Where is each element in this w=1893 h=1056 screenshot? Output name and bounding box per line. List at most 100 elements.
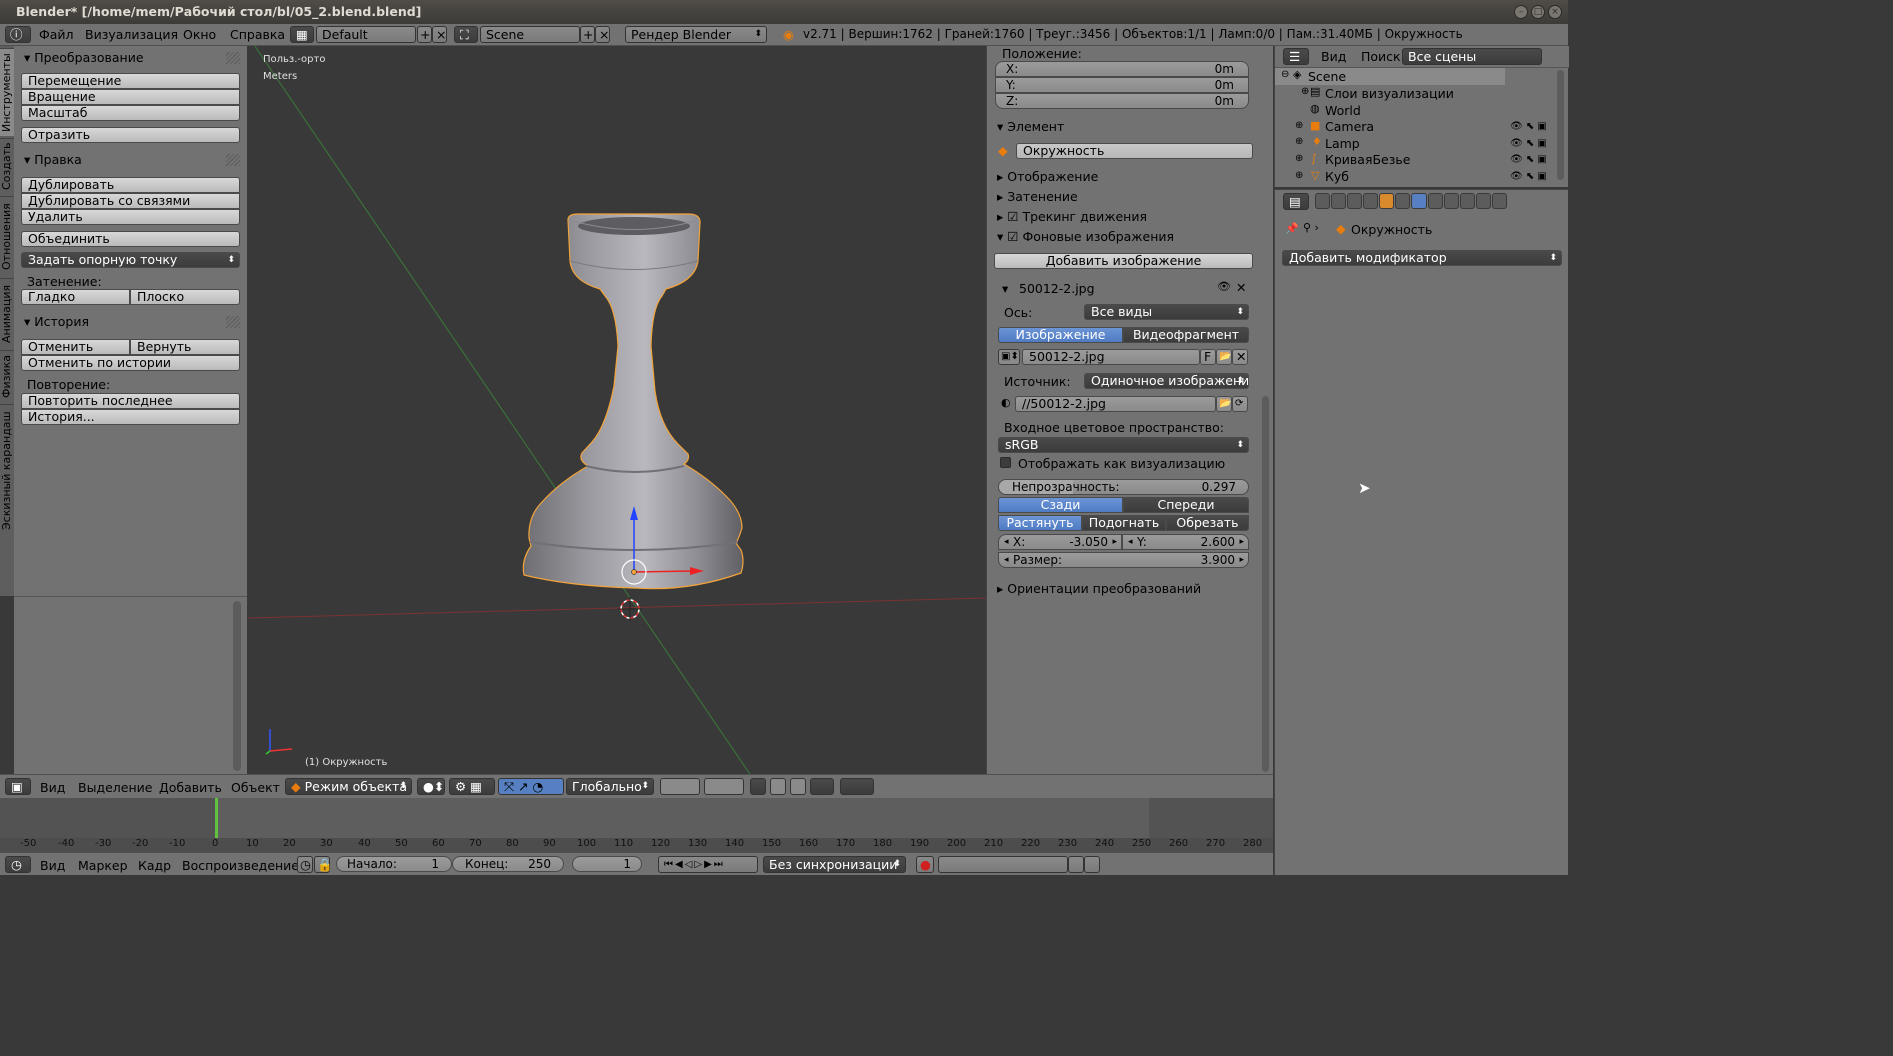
history-panel-header[interactable]: ▾ История bbox=[24, 314, 89, 329]
visibility-eye-icon[interactable]: 👁 ⬉ ▣ bbox=[1510, 121, 1547, 132]
bg-images-panel-header[interactable]: ▾ ☑ Фоновые изображения bbox=[997, 229, 1174, 244]
timeline-editor-type-icon[interactable]: ◷ bbox=[5, 856, 31, 873]
modifiers-tab-icon[interactable] bbox=[1411, 193, 1427, 209]
outliner-item-cube[interactable]: Куб bbox=[1325, 169, 1349, 184]
viewport-shading-dropdown[interactable]: ●⬍ bbox=[417, 778, 445, 795]
drag-handle[interactable] bbox=[226, 154, 240, 166]
outliner-item-render-layers[interactable]: Слои визуализации bbox=[1325, 86, 1454, 101]
timeline-menu-marker[interactable]: Маркер bbox=[78, 858, 128, 873]
delete-keyframe-icon[interactable] bbox=[1084, 856, 1100, 873]
operator-scrollbar[interactable] bbox=[233, 601, 241, 771]
menu-object[interactable]: Объект bbox=[231, 780, 280, 795]
current-frame-indicator[interactable] bbox=[215, 798, 218, 838]
scene-icon[interactable]: ⛶ bbox=[454, 26, 478, 43]
layers-group-1[interactable] bbox=[660, 778, 700, 795]
undo-history-button[interactable]: Отменить по истории bbox=[21, 355, 240, 371]
tab-create[interactable]: Создать bbox=[0, 138, 14, 194]
smooth-button[interactable]: Гладко bbox=[21, 289, 130, 305]
crop-button[interactable]: Обрезать bbox=[1166, 515, 1249, 531]
display-panel-header[interactable]: ▸ Отображение bbox=[997, 169, 1098, 184]
remove-layout-icon[interactable]: × bbox=[432, 26, 447, 43]
eye-icon[interactable]: 👁 bbox=[1217, 280, 1231, 293]
flat-button[interactable]: Плоско bbox=[130, 289, 240, 305]
render-preview-icons[interactable] bbox=[840, 778, 874, 795]
duplicate-linked-button[interactable]: Дублировать со связями bbox=[21, 193, 240, 209]
snap-element-dropdown[interactable] bbox=[810, 778, 834, 795]
timeline[interactable]: -50 -40 -30 -20 -10 0 10 20 30 40 50 60 … bbox=[0, 798, 1273, 852]
duplicate-button[interactable]: Дублировать bbox=[21, 177, 240, 193]
outliner-item-scene[interactable]: Scene bbox=[1308, 69, 1346, 84]
proportional-edit-icon[interactable] bbox=[770, 778, 786, 795]
visibility-eye-icon[interactable]: 👁 ⬉ ▣ bbox=[1510, 138, 1547, 149]
info-editor-type-icon[interactable]: ⓘ bbox=[5, 26, 31, 43]
expand-icon[interactable]: ⊕ bbox=[1301, 86, 1309, 97]
pivot-point-icon[interactable]: ⚙ ▦ bbox=[449, 778, 495, 795]
source-dropdown[interactable]: Одиночное изображение ⬍ bbox=[1084, 373, 1249, 389]
set-origin-dropdown[interactable]: Задать опорную точку ⬍ bbox=[21, 252, 240, 268]
mode-dropdown[interactable]: ◆ Режим объекта ⬍ bbox=[285, 778, 412, 795]
reload-image-icon[interactable]: ⟳ bbox=[1232, 396, 1248, 412]
insert-keyframe-icon[interactable] bbox=[1068, 856, 1084, 873]
join-button[interactable]: Объединить bbox=[21, 231, 240, 247]
outliner-item-lamp[interactable]: Lamp bbox=[1325, 136, 1360, 151]
render-tab-icon[interactable] bbox=[1315, 193, 1331, 209]
front-button[interactable]: Спереди bbox=[1123, 497, 1249, 513]
outliner-item-bezier-curve[interactable]: КриваяБезье bbox=[1325, 152, 1410, 167]
size-field[interactable]: ◂ Размер: 3.900 ▸ bbox=[998, 552, 1249, 568]
properties-editor-type-icon[interactable]: ▤ bbox=[1283, 193, 1309, 210]
material-tab-icon[interactable] bbox=[1443, 193, 1459, 209]
delete-button[interactable]: Удалить bbox=[21, 209, 240, 225]
transform-panel-header[interactable]: ▾ Преобразование bbox=[24, 50, 144, 65]
expand-icon[interactable]: ⊖ bbox=[1281, 69, 1289, 80]
remove-scene-icon[interactable]: × bbox=[595, 26, 610, 43]
layout-icon[interactable]: ▦ bbox=[290, 26, 314, 43]
drag-handle[interactable] bbox=[226, 316, 240, 328]
visibility-eye-icon[interactable]: 👁 ⬉ ▣ bbox=[1510, 171, 1547, 182]
image-datablock-field[interactable]: 50012-2.jpg bbox=[1022, 349, 1200, 365]
tab-image[interactable]: Изображение bbox=[998, 327, 1123, 343]
object-tab-icon[interactable] bbox=[1379, 193, 1395, 209]
end-frame-field[interactable]: Конец: 250 bbox=[452, 856, 564, 872]
render-layers-tab-icon[interactable] bbox=[1331, 193, 1347, 209]
offset-y-field[interactable]: ◂ Y: 2.600 ▸ bbox=[1122, 534, 1249, 550]
data-tab-icon[interactable] bbox=[1427, 193, 1443, 209]
repeat-history-button[interactable]: История... bbox=[21, 409, 240, 425]
colorspace-dropdown[interactable]: sRGB ⬍ bbox=[998, 437, 1249, 453]
filepath-field[interactable]: //50012-2.jpg bbox=[1015, 396, 1216, 412]
unlink-image-icon[interactable]: ✕ bbox=[1232, 349, 1248, 365]
sync-dropdown[interactable]: Без синхронизации ⬍ bbox=[763, 856, 906, 873]
show-as-render-checkbox[interactable] bbox=[1000, 457, 1011, 468]
menu-view[interactable]: Вид bbox=[40, 780, 65, 795]
outliner-item-world[interactable]: World bbox=[1325, 103, 1361, 118]
menu-select[interactable]: Выделение bbox=[78, 780, 152, 795]
world-tab-icon[interactable] bbox=[1363, 193, 1379, 209]
menu-window[interactable]: Окно bbox=[183, 27, 216, 42]
snap-toggle-icon[interactable] bbox=[790, 778, 806, 795]
menu-file[interactable]: Файл bbox=[39, 27, 74, 42]
drag-handle[interactable] bbox=[226, 52, 240, 64]
opacity-slider[interactable]: Непрозрачность: 0.297 bbox=[998, 479, 1249, 495]
maximize-icon[interactable]: □ bbox=[1531, 5, 1545, 19]
preview-range-icon[interactable]: ◷ bbox=[297, 856, 313, 873]
timeline-menu-frame[interactable]: Кадр bbox=[138, 858, 171, 873]
texture-tab-icon[interactable] bbox=[1459, 193, 1475, 209]
axis-dropdown[interactable]: Все виды ⬍ bbox=[1084, 304, 1249, 320]
particles-tab-icon[interactable] bbox=[1475, 193, 1491, 209]
edit-panel-header[interactable]: ▾ Правка bbox=[24, 152, 82, 167]
menu-render[interactable]: Визуализация bbox=[85, 27, 178, 42]
move-button[interactable]: Перемещение bbox=[21, 73, 240, 89]
location-y-field[interactable]: Y: 0m bbox=[995, 77, 1249, 93]
constraints-tab-icon[interactable] bbox=[1395, 193, 1411, 209]
add-image-button[interactable]: Добавить изображение bbox=[994, 253, 1253, 269]
location-z-field[interactable]: Z: 0m bbox=[995, 93, 1249, 109]
tab-physics[interactable]: Физика bbox=[0, 350, 14, 402]
bg-image-expand-icon[interactable]: ▾ bbox=[1002, 281, 1008, 296]
tab-tools[interactable]: Инструменты bbox=[0, 48, 14, 136]
item-panel-header[interactable]: ▾ Элемент bbox=[997, 119, 1064, 134]
outliner-editor-type-icon[interactable]: ☰ bbox=[1283, 48, 1309, 65]
remove-bg-image-icon[interactable]: ✕ bbox=[1236, 280, 1246, 295]
expand-icon[interactable]: ⊕ bbox=[1295, 136, 1303, 147]
pin-icon[interactable]: 📌 bbox=[1285, 222, 1299, 235]
tab-movie-clip[interactable]: Видеофрагмент bbox=[1123, 327, 1249, 343]
browse-file-icon[interactable]: 📂 bbox=[1216, 396, 1232, 412]
